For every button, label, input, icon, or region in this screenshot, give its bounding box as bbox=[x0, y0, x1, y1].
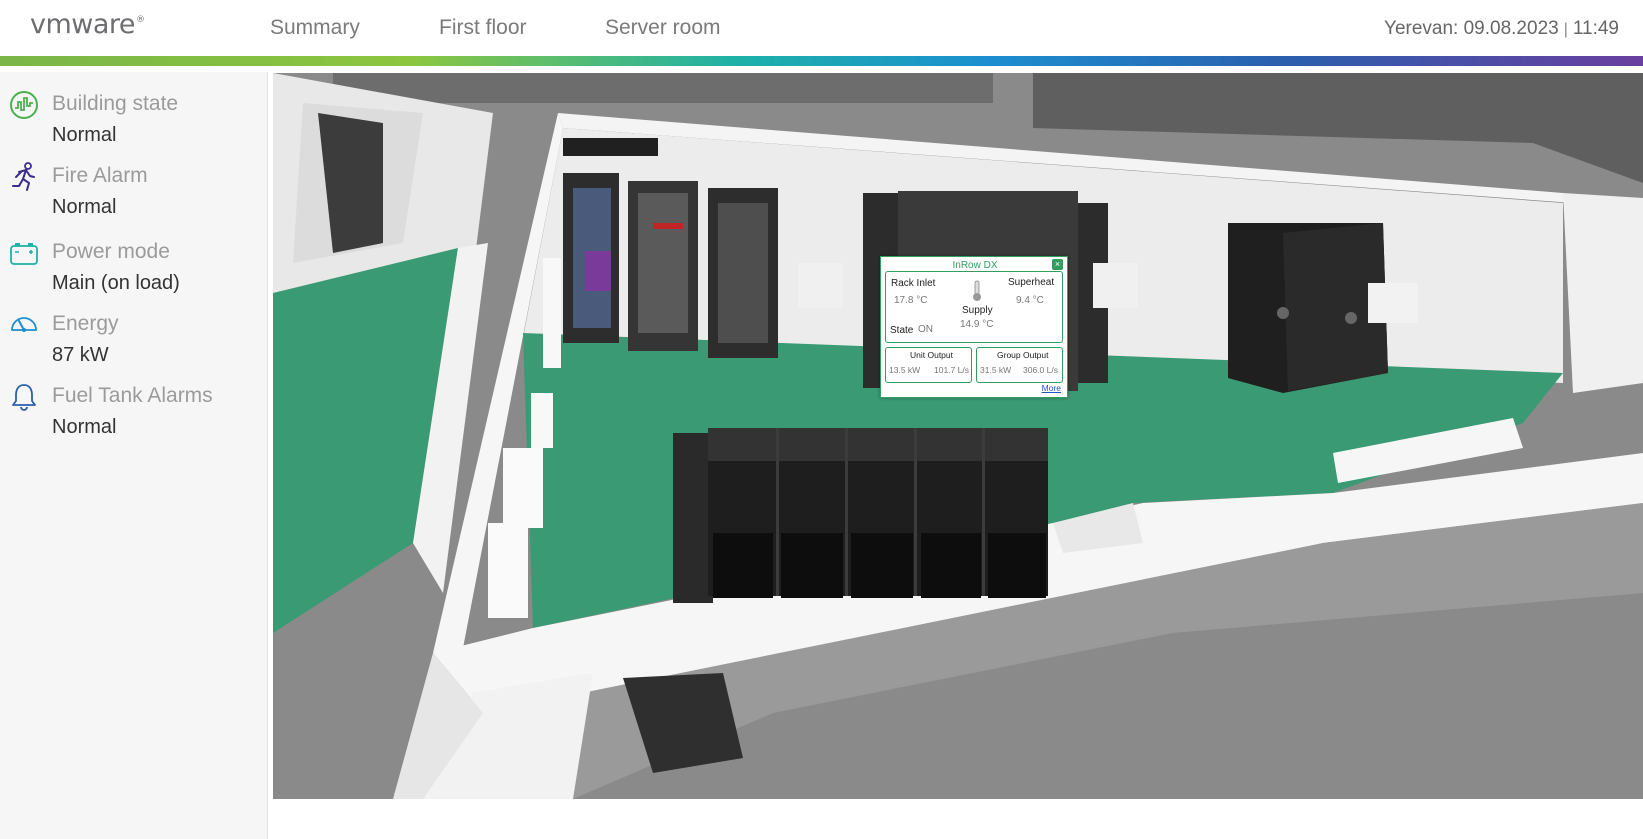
power-mode-label: Power mode bbox=[52, 240, 170, 263]
close-icon[interactable]: × bbox=[1052, 259, 1063, 270]
supply-value: 14.9 °C bbox=[960, 319, 994, 330]
location-clock: Yerevan: 09.08.2023 | 11:49 bbox=[1384, 18, 1619, 40]
energy-value: 87 kW bbox=[52, 344, 109, 366]
superheat-label: Superheat bbox=[1008, 277, 1055, 288]
energy-label: Energy bbox=[52, 312, 119, 335]
rack-inlet-label: Rack Inlet bbox=[891, 278, 936, 289]
status-sidebar: Building state Normal Fire Alarm Normal … bbox=[0, 72, 268, 839]
clock-separator: | bbox=[1563, 21, 1568, 38]
accent-gradient-bar bbox=[0, 56, 1643, 66]
status-power-mode[interactable]: Power mode Main (on load) bbox=[0, 236, 268, 306]
nav-first-floor[interactable]: First floor bbox=[439, 16, 527, 40]
supply-label: Supply bbox=[962, 305, 993, 316]
rack-inlet-value: 17.8 °C bbox=[894, 295, 928, 306]
fire-alarm-value: Normal bbox=[52, 196, 117, 218]
status-building-state[interactable]: Building state Normal bbox=[0, 88, 268, 158]
status-fire-alarm[interactable]: Fire Alarm Normal bbox=[0, 160, 268, 230]
building-state-value: Normal bbox=[52, 124, 117, 146]
building-state-label: Building state bbox=[52, 92, 179, 115]
fuel-tank-value: Normal bbox=[52, 416, 117, 438]
unit-output-flow: 101.7 L/s bbox=[934, 365, 969, 375]
nav-server-room[interactable]: Server room bbox=[605, 16, 721, 40]
group-output-kw: 31.5 kW bbox=[980, 365, 1012, 375]
date-label: 09.08.2023 bbox=[1463, 18, 1559, 39]
building-chart-icon bbox=[10, 91, 38, 119]
top-header: vmware® Summary First floor Server room … bbox=[0, 0, 1643, 56]
popup-title: InRow DX bbox=[952, 260, 998, 271]
popup-sensor-box: Rack Inlet 17.8 °C Supply 14.9 °C Superh… bbox=[885, 271, 1063, 343]
bell-icon bbox=[12, 384, 36, 411]
fire-alarm-label: Fire Alarm bbox=[52, 164, 148, 187]
superheat-value: 9.4 °C bbox=[1016, 295, 1044, 306]
nav-summary[interactable]: Summary bbox=[270, 16, 360, 40]
fuel-tank-label: Fuel Tank Alarms bbox=[52, 384, 213, 407]
power-mode-value: Main (on load) bbox=[52, 272, 180, 294]
thermometer-icon bbox=[973, 280, 981, 301]
group-output-flow: 306.0 L/s bbox=[1023, 365, 1058, 375]
inrow-dx-popup[interactable]: InRow DX × Rack Inlet 17.8 °C Supply 14.… bbox=[880, 256, 1068, 398]
state-label: State bbox=[890, 325, 914, 336]
group-output-label: Group Output bbox=[997, 350, 1049, 360]
unit-output-box: Unit Output 13.5 kW 101.7 L/s bbox=[885, 347, 972, 383]
battery-icon bbox=[10, 243, 38, 265]
state-value: ON bbox=[918, 324, 933, 335]
status-fuel-tank[interactable]: Fuel Tank Alarms Normal bbox=[0, 380, 268, 450]
server-room-render bbox=[273, 73, 1643, 799]
running-person-icon bbox=[12, 162, 35, 191]
unit-output-label: Unit Output bbox=[910, 350, 953, 360]
unit-output-kw: 13.5 kW bbox=[889, 365, 921, 375]
location-label: Yerevan: bbox=[1384, 18, 1459, 39]
group-output-box: Group Output 31.5 kW 306.0 L/s bbox=[976, 347, 1063, 383]
server-room-3d-view[interactable]: InRow DX × Rack Inlet 17.8 °C Supply 14.… bbox=[273, 73, 1643, 799]
time-label: 11:49 bbox=[1572, 18, 1619, 39]
speedometer-icon bbox=[11, 317, 37, 332]
vmware-logo[interactable]: vmware® bbox=[30, 9, 145, 40]
status-energy[interactable]: Energy 87 kW bbox=[0, 308, 268, 378]
more-link[interactable]: More bbox=[1042, 383, 1061, 393]
